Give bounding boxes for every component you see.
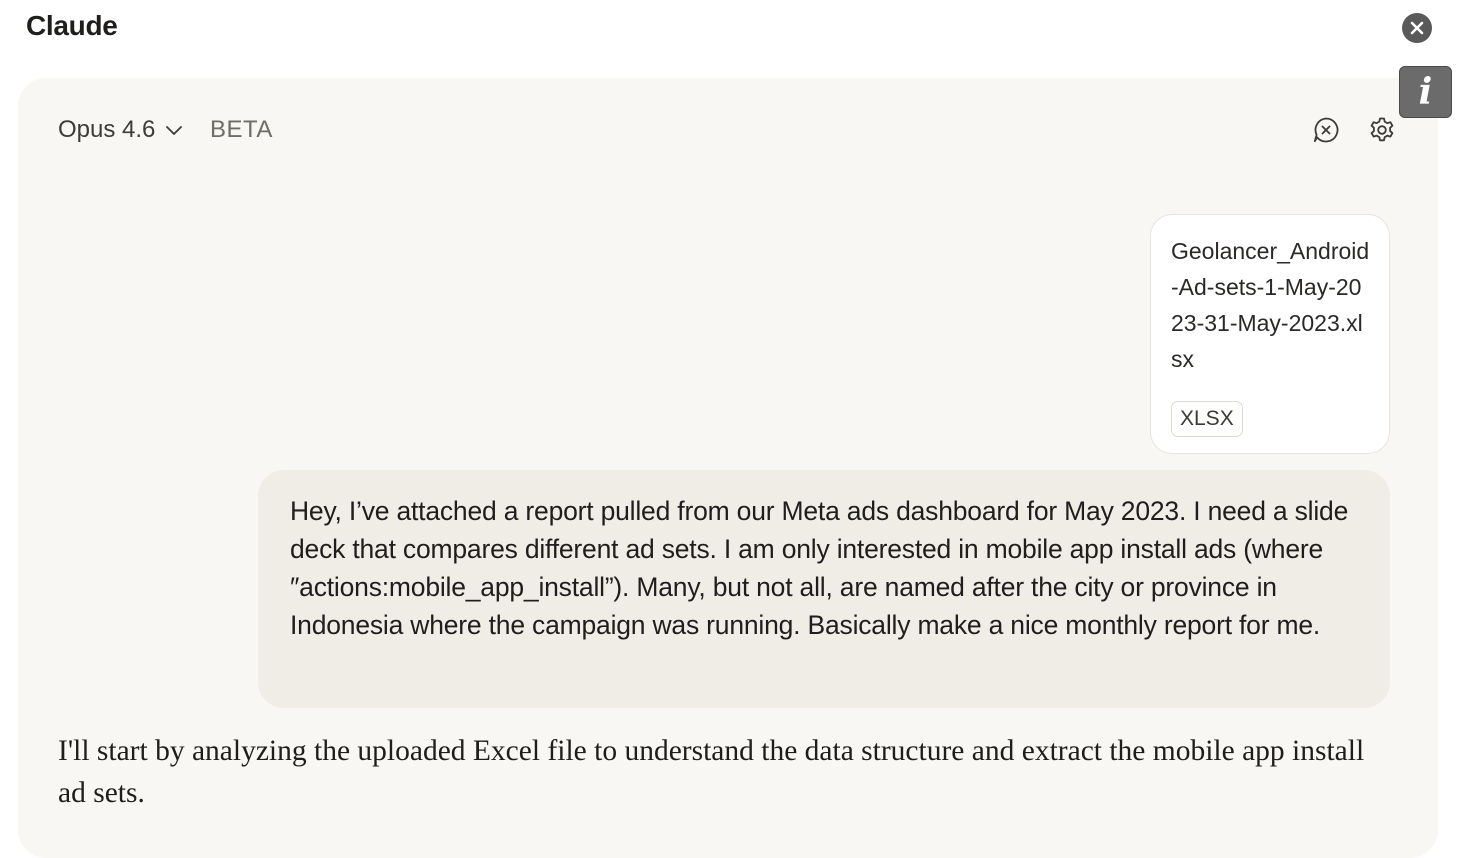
window-title: Claude bbox=[26, 10, 118, 41]
chat-clear-icon bbox=[1313, 117, 1339, 143]
assistant-message-text: I'll start by analyzing the uploaded Exc… bbox=[58, 735, 1365, 809]
attachment-file-name: Geolancer_Android-Ad-sets-1-May-2023-31-… bbox=[1171, 238, 1370, 372]
model-name: Opus 4.6 bbox=[58, 116, 156, 143]
close-circle-icon bbox=[1410, 21, 1424, 35]
model-selector[interactable]: Opus 4.6 bbox=[58, 116, 183, 144]
file-type-badge: XLSX bbox=[1171, 401, 1243, 437]
info-icon: i bbox=[1418, 71, 1433, 113]
user-message-bubble: Hey, I’ve attached a report pulled from … bbox=[258, 470, 1390, 708]
user-message-text: Hey, I’ve attached a report pulled from … bbox=[290, 496, 1349, 640]
settings-button[interactable] bbox=[1368, 116, 1396, 144]
file-attachment-card[interactable]: Geolancer_Android-Ad-sets-1-May-2023-31-… bbox=[1150, 214, 1390, 454]
chevron-down-icon bbox=[166, 126, 183, 135]
clear-chat-button[interactable] bbox=[1312, 116, 1340, 144]
chat-panel: Opus 4.6 BETA Geolancer_Android-Ad-sets-… bbox=[18, 78, 1438, 858]
beta-badge: BETA bbox=[210, 116, 273, 143]
gear-icon bbox=[1370, 117, 1394, 142]
close-button[interactable] bbox=[1402, 13, 1432, 43]
info-button[interactable]: i bbox=[1399, 66, 1452, 118]
